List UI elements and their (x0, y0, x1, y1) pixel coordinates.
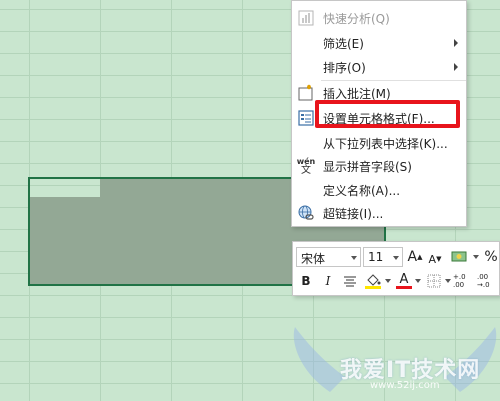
bold-label: B (301, 274, 311, 288)
increase-font-size-button[interactable]: A ▲ (407, 247, 423, 267)
align-center-button[interactable] (340, 271, 360, 291)
submenu-arrow-icon (454, 63, 458, 71)
increase-font-size-icon: A (407, 249, 418, 265)
menu-item-hyperlink[interactable]: 超链接(I)... (292, 201, 466, 225)
font-name-value: 宋体 (301, 252, 326, 266)
menu-item-label: 快速分析(Q) (323, 12, 390, 26)
insert-comment-icon (296, 83, 316, 103)
align-center-icon (344, 276, 356, 287)
borders-icon (427, 274, 441, 288)
chevron-down-icon (351, 256, 357, 260)
font-color-icon: A (399, 271, 409, 287)
decrease-font-size-button[interactable]: A ▼ (427, 249, 443, 269)
font-size-select[interactable]: 11 (363, 247, 403, 267)
menu-item-quick-analysis[interactable]: 快速分析(Q) (292, 6, 466, 30)
italic-label: I (325, 274, 331, 288)
number-format-button[interactable] (449, 247, 471, 267)
chevron-down-icon (473, 255, 479, 259)
menu-item-label: 超链接(I)... (323, 207, 384, 221)
watermark: 我爱IT技术网 www.52ij.com (290, 322, 500, 401)
menu-item-pick-from-list[interactable]: 从下拉列表中选择(K)... (292, 131, 466, 155)
phonetic-icon-bottom-text: 文 (301, 165, 311, 176)
menu-item-label: 显示拼音字段(S) (323, 160, 412, 174)
font-color-bar (396, 285, 412, 289)
percent-style-label: % (484, 249, 498, 265)
mini-toolbar: 宋体 11 A ▲ A ▼ % B I A +.0 .00 .00 →.0 (292, 241, 500, 296)
menu-item-label: 排序(O) (323, 61, 366, 75)
paint-bucket-icon (365, 274, 381, 289)
decrease-decimal-button[interactable]: .00 →.0 (477, 271, 499, 291)
percent-style-button[interactable]: % (483, 247, 499, 267)
highlight-annotation (315, 100, 460, 128)
increase-decimal-button[interactable]: +.0 .00 (453, 271, 475, 291)
format-cells-icon (296, 108, 316, 128)
quick-analysis-icon (296, 8, 316, 28)
chevron-down-icon (385, 279, 391, 283)
chevron-down-icon (445, 279, 451, 283)
chevron-down-icon (393, 256, 399, 260)
decrease-font-size-icon: A (428, 252, 437, 266)
menu-item-label: 定义名称(A)... (323, 184, 401, 198)
accounting-format-icon (451, 251, 467, 262)
menu-item-sort[interactable]: 排序(O) (292, 55, 466, 79)
font-size-value: 11 (368, 250, 384, 264)
watermark-url: www.52ij.com (370, 380, 440, 391)
fill-color-button[interactable] (363, 271, 383, 291)
menu-item-define-name[interactable]: 定义名称(A)... (292, 178, 466, 202)
increase-decimal-icon: +.0 .00 (453, 273, 466, 289)
font-color-button[interactable]: A (395, 271, 413, 291)
menu-item-phonetic-guide[interactable]: wén 文 显示拼音字段(S) (292, 154, 466, 178)
menu-item-filter[interactable]: 筛选(E) (292, 31, 466, 55)
hyperlink-icon (296, 203, 316, 223)
borders-button[interactable] (425, 271, 443, 291)
submenu-arrow-icon (454, 39, 458, 47)
font-name-select[interactable]: 宋体 (296, 247, 361, 267)
menu-item-label: 筛选(E) (323, 37, 364, 51)
bold-button[interactable]: B (296, 271, 316, 291)
chevron-down-icon (415, 279, 421, 283)
menu-item-label: 从下拉列表中选择(K)... (323, 137, 448, 151)
italic-button[interactable]: I (318, 271, 338, 291)
phonetic-guide-icon: wén 文 (296, 156, 316, 176)
decrease-decimal-icon: .00 →.0 (477, 273, 490, 289)
